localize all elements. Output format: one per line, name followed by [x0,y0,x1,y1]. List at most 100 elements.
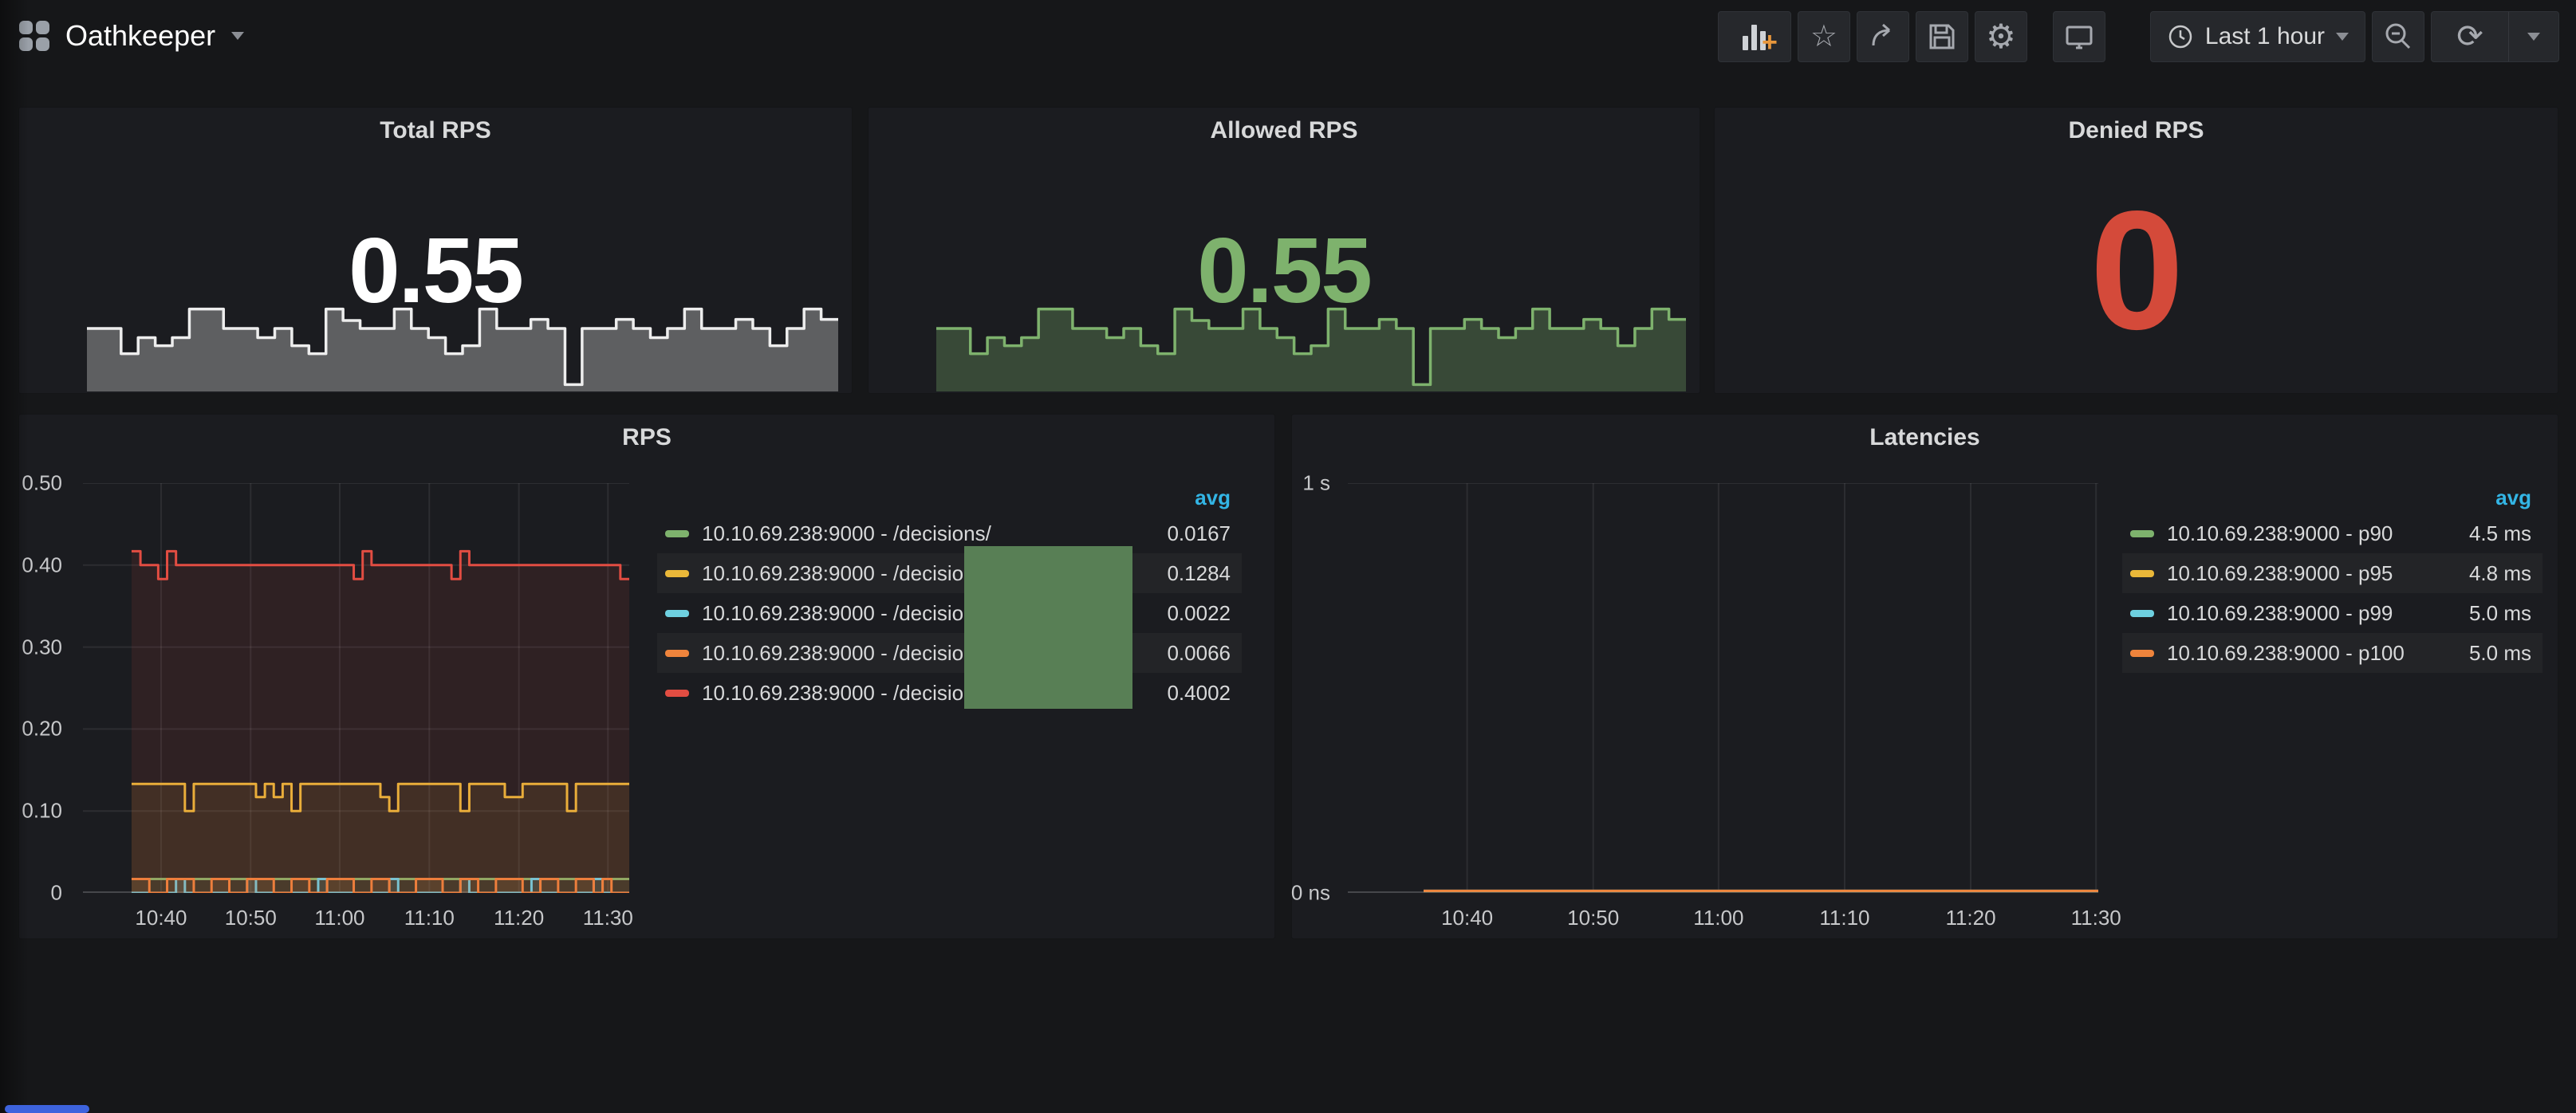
magnifier-minus-icon [2382,21,2414,53]
chart-svg [83,483,629,893]
time-range-picker[interactable]: Last 1 hour [2150,11,2365,62]
panel-title[interactable]: RPS [19,424,1274,451]
x-tick-label: 11:00 [1693,906,1743,930]
denied-rps-panel: Denied RPS 0 [1714,107,2558,394]
tv-monitor-icon [2063,21,2095,53]
legend-row: 10.10.69.238:9000 - /decisions/ 0.1284 [657,553,1242,593]
time-range-label: Last 1 hour [2205,23,2325,50]
dashboard-settings-button[interactable]: ⚙ [1975,11,2027,62]
refresh-button[interactable]: ⟳ [2432,12,2509,61]
series-avg-value: 5.0 ms [2436,601,2531,626]
dashboard-picker[interactable]: Oathkeeper [19,19,244,53]
x-axis: 10:4010:5011:0011:1011:2011:30 [83,903,629,931]
legend-row: 10.10.69.238:9000 - p99 5.0 ms [2122,593,2543,633]
latencies-legend: avg 10.10.69.238:9000 - p90 4.5 ms 10.10… [2122,482,2543,673]
series-name[interactable]: 10.10.69.238:9000 - p90 [2167,521,2436,546]
series-avg-value: 0.0167 [1135,521,1231,546]
total-rps-panel: Total RPS 0.55 [18,107,853,394]
green-overlay-artifact [964,546,1132,709]
series-name[interactable]: 10.10.69.238:9000 - /decisions/ [702,521,1135,546]
cycle-view-mode-button[interactable] [2053,11,2105,62]
x-tick-label: 10:50 [225,906,277,930]
series-color-swatch [2130,530,2154,537]
rps-legend: avg 10.10.69.238:9000 - /decisions/ 0.01… [657,482,1242,713]
x-tick-label: 11:30 [583,906,633,930]
star-dashboard-button[interactable]: ☆ [1798,11,1850,62]
x-axis: 10:4010:5011:0011:1011:2011:30 [1348,903,2098,931]
y-tick-label: 0.30 [22,635,62,659]
y-tick-label: 0.10 [22,799,62,824]
y-tick-label: 0 ns [1291,881,1330,906]
y-tick-label: 0 [51,881,62,906]
legend-avg-header[interactable]: avg [2122,482,2543,513]
x-tick-label: 11:20 [1945,906,1995,930]
series-avg-value: 0.1284 [1135,561,1231,586]
series-color-swatch [2130,650,2154,657]
share-dashboard-button[interactable] [1857,11,1909,62]
chevron-down-icon [2336,33,2349,41]
dashboard-header: Oathkeeper + ☆ [0,0,2576,73]
panel-title[interactable]: Total RPS [19,117,852,144]
x-tick-label: 10:40 [1441,906,1493,930]
x-tick-label: 11:30 [2071,906,2121,930]
legend-row: 10.10.69.238:9000 - p90 4.5 ms [2122,513,2543,553]
latencies-plot-area[interactable] [1348,483,2098,893]
y-tick-label: 1 s [1302,471,1330,496]
rps-plot-area[interactable] [83,483,629,893]
series-avg-value: 4.8 ms [2436,561,2531,586]
allowed-rps-panel: Allowed RPS 0.55 [868,107,1700,394]
series-name[interactable]: 10.10.69.238:9000 - p99 [2167,601,2436,626]
series-color-swatch [665,530,689,537]
grafana-dashboard: Oathkeeper + ☆ [0,0,2576,1113]
series-avg-value: 4.5 ms [2436,521,2531,546]
legend-avg-header[interactable]: avg [657,482,1242,513]
legend-row: 10.10.69.238:9000 - /decisions/ 0.0022 [657,593,1242,633]
chevron-down-icon [2527,33,2540,41]
legend-row: 10.10.69.238:9000 - /decisions/ 0.4002 [657,673,1242,713]
dashboard-title[interactable]: Oathkeeper [65,19,215,53]
series-avg-value: 5.0 ms [2436,641,2531,666]
legend-row: 10.10.69.238:9000 - p95 4.8 ms [2122,553,2543,593]
x-tick-label: 10:50 [1567,906,1619,930]
save-dashboard-button[interactable] [1916,11,1968,62]
gear-icon: ⚙ [1986,20,2016,53]
y-tick-label: 0.40 [22,553,62,577]
add-panel-button[interactable]: + [1718,11,1791,62]
legend-row: 10.10.69.238:9000 - /decisions/ 0.0066 [657,633,1242,673]
y-axis: 0.500.400.300.200.100 [19,483,70,893]
rps-graph-panel: RPS 0.500.400.300.200.100 10:4010:5011:0… [18,414,1275,939]
latencies-graph-panel: Latencies 1 s0 ns 10:4010:5011:0011:1011… [1291,414,2558,939]
chart-svg [1348,483,2098,893]
series-name[interactable]: 10.10.69.238:9000 - p95 [2167,561,2436,586]
series-name[interactable]: 10.10.69.238:9000 - p100 [2167,641,2436,666]
panel-title[interactable]: Denied RPS [1715,117,2558,144]
panel-title[interactable]: Allowed RPS [869,117,1700,144]
y-tick-label: 0.20 [22,717,62,741]
save-icon [1926,21,1958,53]
series-color-swatch [665,690,689,697]
stat-value: 0 [1715,173,2558,368]
chevron-down-icon [231,32,244,40]
x-tick-label: 11:10 [404,906,455,930]
series-avg-value: 0.4002 [1135,681,1231,706]
legend-row: 10.10.69.238:9000 - p100 5.0 ms [2122,633,2543,673]
series-avg-value: 0.0066 [1135,641,1231,666]
refresh-interval-dropdown[interactable] [2509,12,2558,61]
series-avg-value: 0.0022 [1135,601,1231,626]
stat-value: 0.55 [869,217,1700,324]
refresh-icon: ⟳ [2456,21,2483,53]
x-tick-label: 10:40 [135,906,187,930]
x-tick-label: 11:00 [314,906,364,930]
bottom-left-blue-bar [5,1105,89,1113]
series-color-swatch [665,650,689,657]
dashboard-toolbar: + ☆ ⚙ [1718,11,2559,62]
y-axis: 1 s0 ns [1292,483,1338,893]
refresh-button-group: ⟳ [2431,11,2559,62]
series-color-swatch [2130,570,2154,577]
plus-icon: + [1762,32,1778,53]
dashboard-grid-icon[interactable] [19,21,49,51]
stat-value: 0.55 [19,217,852,324]
zoom-out-time-button[interactable] [2372,11,2424,62]
clock-icon [2167,23,2194,50]
panel-title[interactable]: Latencies [1292,424,2558,451]
